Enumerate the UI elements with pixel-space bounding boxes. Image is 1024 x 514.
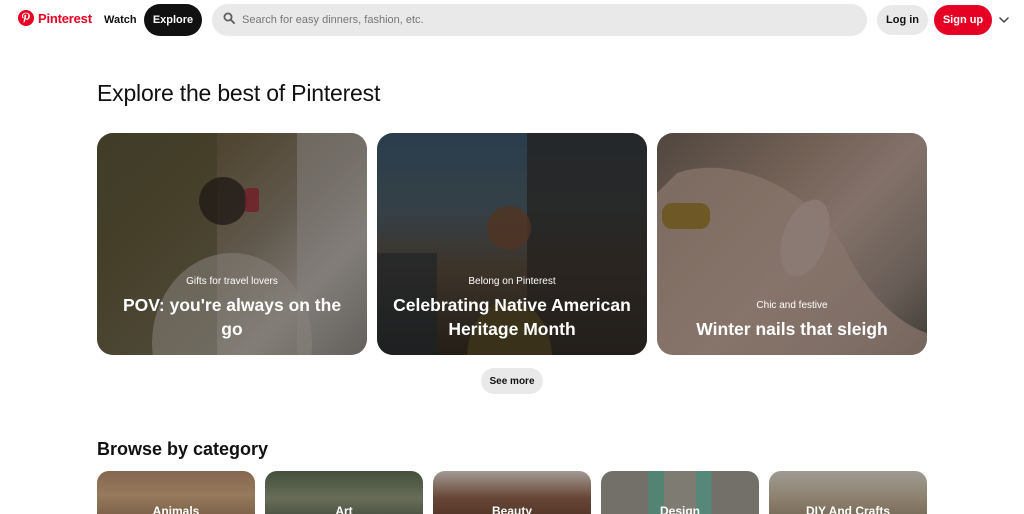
search-icon: [223, 11, 235, 29]
section-title: Browse by category: [97, 439, 269, 459]
page-title: Explore the best of Pinterest: [97, 80, 381, 106]
nav-tab-watch[interactable]: Watch: [96, 5, 145, 35]
login-button[interactable]: Log in: [877, 5, 928, 35]
search-bar[interactable]: [212, 4, 867, 36]
card-headline: Celebrating Native American Heritage Mon…: [393, 295, 631, 339]
category-label: Art: [335, 504, 353, 514]
feature-card[interactable]: Chic and festive Winter nails that sleig…: [657, 133, 927, 355]
card-caption: Gifts for travel lovers POV: you're alwa…: [97, 276, 367, 341]
category-card-art[interactable]: Art: [265, 471, 423, 514]
see-more-button[interactable]: See more: [481, 368, 543, 394]
card-subtitle: Belong on Pinterest: [468, 276, 556, 287]
signup-button[interactable]: Sign up: [934, 5, 992, 35]
pinterest-logo-icon: [18, 10, 34, 26]
nav-tab-explore[interactable]: Explore: [144, 4, 202, 36]
search-input[interactable]: [242, 14, 842, 26]
category-card-design[interactable]: Design: [601, 471, 759, 514]
chevron-down-icon[interactable]: [998, 14, 1010, 26]
feature-card[interactable]: Belong on Pinterest Celebrating Native A…: [377, 133, 647, 355]
card-caption: Chic and festive Winter nails that sleig…: [657, 300, 927, 341]
pinterest-logo[interactable]: Pinterest: [18, 10, 92, 26]
feature-cards: Gifts for travel lovers POV: you're alwa…: [97, 133, 927, 355]
card-caption: Belong on Pinterest Celebrating Native A…: [377, 276, 647, 341]
top-navigation-bar: Pinterest Watch Explore Log in Sign up: [0, 0, 1024, 40]
category-label: DIY And Crafts: [805, 504, 890, 514]
card-subtitle: Chic and festive: [756, 300, 828, 311]
logo-text: Pinterest: [38, 10, 92, 26]
category-label: Animals: [152, 504, 200, 514]
card-headline: POV: you're always on the go: [122, 295, 342, 339]
card-headline: Winter nails that sleigh: [696, 319, 888, 339]
category-card-animals[interactable]: Animals: [97, 471, 255, 514]
category-label: Beauty: [491, 504, 532, 514]
category-card-diy-and-crafts[interactable]: DIY And Crafts: [769, 471, 927, 514]
category-card-beauty[interactable]: Beauty: [433, 471, 591, 514]
category-label: Design: [659, 504, 700, 514]
category-list: Animals Art Beauty Design DIY And Crafts: [97, 471, 927, 514]
card-subtitle: Gifts for travel lovers: [186, 276, 278, 287]
feature-card[interactable]: Gifts for travel lovers POV: you're alwa…: [97, 133, 367, 355]
